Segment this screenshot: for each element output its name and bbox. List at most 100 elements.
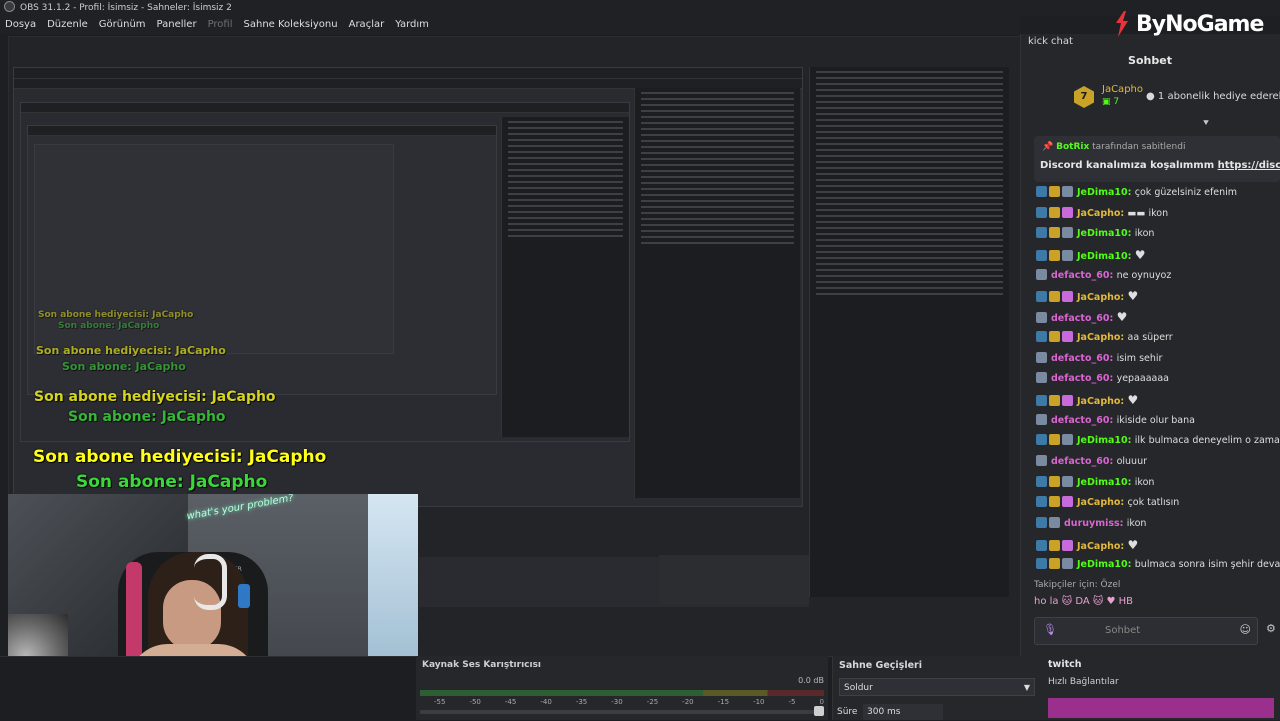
- chat-text: ikiside olur bana: [1116, 414, 1195, 426]
- chat-message: JaCapho: aa süperr: [1036, 328, 1280, 349]
- emote-row: ho la 🐱 DA 🐱 ♥ HB: [1034, 596, 1133, 607]
- chat-username[interactable]: defacto_60:: [1051, 353, 1117, 364]
- chat-username[interactable]: JeDima10:: [1077, 435, 1135, 446]
- chat-text: ikon: [1134, 228, 1155, 240]
- user-badge-icon: [1036, 454, 1047, 466]
- chat-message: JaCapho: ♥: [1036, 286, 1280, 307]
- chat-username[interactable]: JaCapho:: [1077, 332, 1128, 343]
- chevron-down-icon[interactable]: ⯆: [1202, 118, 1212, 129]
- user-badge-icon: [1062, 186, 1073, 197]
- meter-tick: -45: [504, 698, 517, 706]
- pinned-message[interactable]: 📌 BotRix tarafından sabitlendi Discord k…: [1034, 136, 1280, 182]
- menu-2[interactable]: Görünüm: [99, 19, 146, 30]
- chat-text: ♥: [1116, 310, 1128, 325]
- overlay-gift-text-small: Son abone hediyecisi: JaCapho: [36, 344, 226, 357]
- duration-input[interactable]: 300 ms: [863, 704, 943, 720]
- user-badge-icon: [1049, 250, 1060, 262]
- volume-slider[interactable]: [420, 710, 824, 714]
- discord-link[interactable]: https://discord.gg/ZV: [1218, 160, 1280, 171]
- meter-tick: -10: [753, 698, 765, 706]
- window-title-bar: OBS 31.1.2 - Profil: İsimsiz - Sahneler:…: [0, 0, 1280, 16]
- user-badge-icon: [1036, 539, 1047, 551]
- user-badge-icon: [1036, 250, 1047, 262]
- user-badge-icon: [1036, 517, 1047, 528]
- user-badge-icon: [1049, 434, 1060, 446]
- user-badge-icon: [1036, 475, 1047, 487]
- chat-message: JeDima10: çok güzelsiniz efenim: [1036, 183, 1280, 204]
- chat-message: JeDima10: ikon: [1036, 473, 1280, 494]
- chat-text: ne oynuyoz: [1116, 269, 1172, 281]
- chat-message: JaCapho: ♥: [1036, 390, 1280, 411]
- dock-title: kick chat: [1028, 36, 1073, 47]
- chat-username[interactable]: JaCapho:: [1077, 541, 1128, 552]
- meter-tick: -25: [646, 698, 659, 706]
- chat-username[interactable]: defacto_60:: [1051, 270, 1117, 281]
- transition-select[interactable]: Soldur ▼: [839, 678, 1035, 696]
- chat-message-list: JeDima10: çok güzelsiniz efenim JaCapho: …: [1036, 183, 1280, 576]
- twitch-dock: twitch Hızlı Bağlantılar: [1044, 656, 1280, 720]
- chat-username[interactable]: JeDima10:: [1077, 477, 1135, 488]
- chat-text: ♥: [1127, 537, 1139, 552]
- gift-badge-icon: 7: [1074, 86, 1094, 108]
- user-badge-icon: [1062, 206, 1073, 218]
- meter-tick: 0: [819, 698, 824, 706]
- chat-text: isim sehir: [1116, 352, 1163, 364]
- chat-username[interactable]: JeDima10:: [1077, 187, 1135, 198]
- chat-username[interactable]: defacto_60:: [1051, 313, 1117, 324]
- meter-tick: -40: [540, 698, 552, 706]
- chat-username[interactable]: defacto_60:: [1051, 373, 1117, 384]
- chevron-down-icon: ▼: [1023, 683, 1030, 692]
- chat-username[interactable]: JeDima10:: [1077, 251, 1135, 262]
- menu-6[interactable]: Araçlar: [349, 19, 385, 30]
- chat-text: aa süperr: [1127, 331, 1173, 343]
- menu-7[interactable]: Yardım: [395, 19, 429, 30]
- user-badge-icon: [1036, 413, 1047, 425]
- user-badge-icon: [1036, 372, 1047, 384]
- pin-icon: 📌: [1042, 142, 1054, 152]
- chat-username[interactable]: defacto_60:: [1051, 415, 1117, 426]
- menu-1[interactable]: Düzenle: [47, 19, 88, 30]
- menu-0[interactable]: Dosya: [5, 19, 36, 30]
- user-badge-icon: [1062, 539, 1073, 551]
- gear-icon[interactable]: ⚙: [1266, 622, 1276, 635]
- chat-input[interactable]: 🎙 Sohbet ☺: [1034, 617, 1258, 645]
- chat-username[interactable]: JaCapho:: [1077, 292, 1128, 303]
- scene-transitions-panel: Sahne Geçişleri Soldur ▼ Süre 300 ms: [832, 656, 1041, 720]
- chat-message: duruymiss: ikon: [1036, 514, 1280, 535]
- user-badge-icon: [1036, 206, 1047, 218]
- menu-4[interactable]: Profil: [208, 19, 233, 30]
- chat-username[interactable]: duruymiss:: [1064, 518, 1127, 529]
- chat-username[interactable]: defacto_60:: [1051, 456, 1117, 467]
- user-badge-icon: [1049, 330, 1060, 342]
- overlay-sub-text-medium: Son abone: JaCapho: [68, 409, 226, 425]
- chat-text: ikon: [1126, 518, 1147, 529]
- meter-ticks: -55 -50 -45 -40 -35 -30 -25 -20 -15 -10 -5 0: [434, 698, 824, 706]
- user-badge-icon: [1036, 227, 1047, 239]
- chat-username[interactable]: JaCapho:: [1077, 208, 1128, 219]
- emoji-icon[interactable]: ☺: [1240, 623, 1251, 636]
- headphones: [194, 554, 227, 610]
- volume-slider-knob[interactable]: [814, 706, 824, 716]
- chat-username[interactable]: JeDima10:: [1077, 228, 1135, 239]
- chat-username[interactable]: JaCapho:: [1077, 396, 1128, 407]
- user-badge-icon: [1049, 517, 1060, 528]
- mic-icon[interactable]: 🎙: [1043, 623, 1057, 637]
- overlay-sub-text-tiny: Son abone: JaCapho: [58, 321, 160, 331]
- user-badge-icon: [1062, 558, 1073, 570]
- menu-5[interactable]: Sahne Koleksiyonu: [244, 19, 338, 30]
- chat-username[interactable]: JeDima10:: [1077, 559, 1135, 570]
- user-badge-icon: [1036, 558, 1047, 570]
- chat-tab-title: Sohbet: [1128, 54, 1172, 67]
- chat-text: ♥: [1127, 392, 1139, 407]
- menu-3[interactable]: Paneller: [157, 19, 197, 30]
- meter-tick: -50: [469, 698, 481, 706]
- nested-preview-1: [13, 67, 803, 507]
- chat-username[interactable]: JaCapho:: [1077, 497, 1128, 508]
- chat-text: oluuur: [1116, 455, 1147, 467]
- gift-icon: ●: [1146, 91, 1155, 102]
- meter-tick: -55: [434, 698, 446, 706]
- user-badge-icon: [1062, 434, 1073, 446]
- user-badge-icon: [1049, 186, 1060, 197]
- overlay-gift-text: Son abone hediyecisi: JaCapho: [33, 447, 327, 467]
- user-badge-icon: [1062, 250, 1073, 262]
